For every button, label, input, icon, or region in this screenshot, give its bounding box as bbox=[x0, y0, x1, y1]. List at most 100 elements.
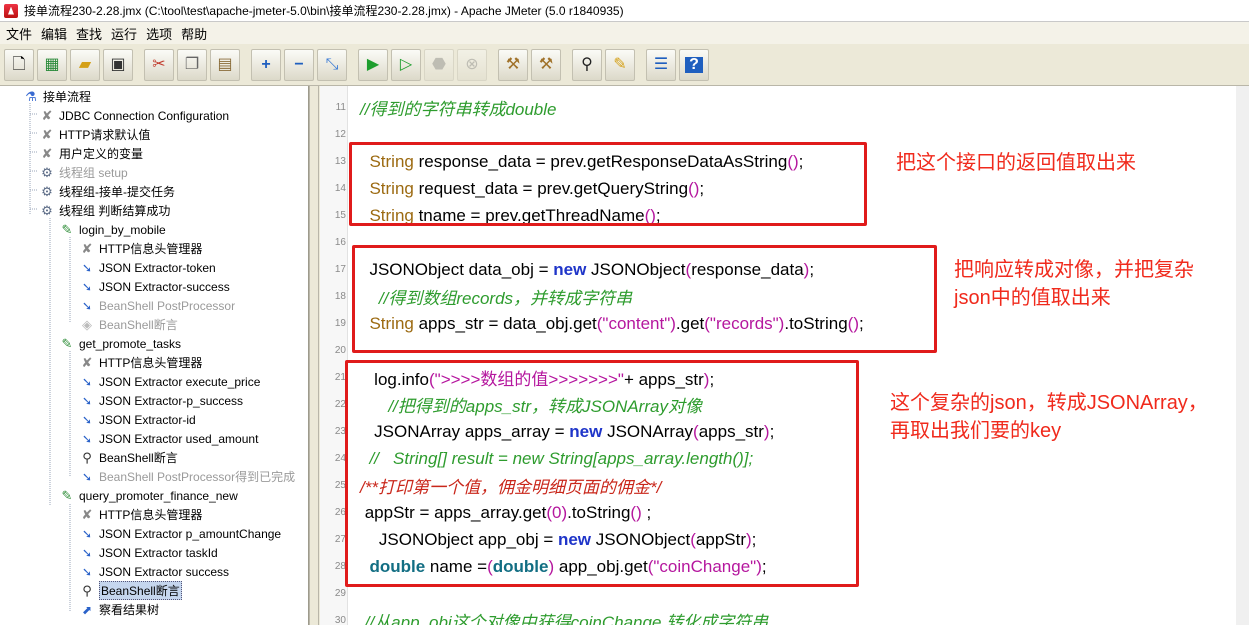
tree-node[interactable]: ✘ HTTP请求默认值 bbox=[38, 125, 151, 144]
tree-node-label: JDBC Connection Configuration bbox=[59, 108, 230, 123]
json-extractor-icon: ➘ bbox=[81, 279, 93, 294]
code-text: //得到数组records，并转成字符串 bbox=[346, 284, 632, 309]
stop-button[interactable]: ⬣ bbox=[424, 48, 454, 81]
search-button[interactable]: ⚲ bbox=[572, 48, 602, 81]
cut-button[interactable]: ✂ bbox=[144, 48, 174, 81]
help-button[interactable]: ? bbox=[679, 48, 709, 81]
wrench-icon: ✘ bbox=[81, 354, 93, 370]
tree-node[interactable]: ➘ JSON Extractor taskId bbox=[78, 543, 218, 562]
code-token: ; bbox=[655, 205, 661, 225]
editor-vertical-scrollbar[interactable] bbox=[1236, 86, 1249, 625]
code-token: .toString bbox=[784, 313, 848, 333]
tree-node[interactable]: ✘ HTTP信息头管理器 bbox=[78, 353, 203, 372]
tree-node[interactable]: ⚙ 线程组-接单-提交任务 bbox=[38, 182, 175, 201]
tree-node[interactable]: ✎ get_promote_tasks bbox=[58, 334, 182, 353]
line-number: 25 bbox=[334, 480, 346, 491]
menu-options[interactable]: 选项 bbox=[144, 24, 179, 43]
json-extractor-icon: ➘ bbox=[81, 469, 93, 484]
toggle-button[interactable]: ⤡ bbox=[317, 48, 347, 81]
start-no-pauses-button[interactable]: ▷ bbox=[391, 48, 421, 81]
code-text: // String[] result = new String[apps_arr… bbox=[346, 449, 753, 469]
start-button[interactable]: ▶ bbox=[358, 48, 388, 81]
code-text: String request_data = prev.getQueryStrin… bbox=[346, 179, 704, 199]
tree-node[interactable]: ➘ JSON Extractor-token bbox=[78, 258, 216, 277]
code-token: String bbox=[360, 151, 414, 171]
menu-search[interactable]: 查找 bbox=[74, 24, 109, 43]
tree-node[interactable]: ⚙ 线程组 setup bbox=[38, 163, 128, 182]
tree-node[interactable]: ✘ 用户定义的变量 bbox=[38, 144, 143, 163]
line-number: 23 bbox=[334, 426, 346, 437]
code-line: 26 appStr = apps_array.get(0).toString()… bbox=[320, 499, 651, 526]
script-editor[interactable]: 11 //得到的字符串转成double 12 13 String response_d… bbox=[320, 86, 1249, 625]
code-token: double bbox=[492, 556, 549, 576]
code-token: response_data = prev.getResponseDataAsSt… bbox=[413, 151, 788, 171]
code-token: ; bbox=[709, 370, 715, 389]
code-token: new bbox=[569, 421, 603, 441]
pane-splitter[interactable] bbox=[309, 86, 319, 625]
clear-button[interactable]: ⚒ bbox=[498, 48, 528, 81]
tree-node-label: 线程组-接单-提交任务 bbox=[59, 185, 175, 199]
code-text: String response_data = prev.getResponseD… bbox=[346, 152, 803, 172]
tree-node[interactable]: ➘ BeanShell PostProcessor bbox=[78, 296, 235, 315]
code-token: + apps_str bbox=[623, 370, 704, 389]
tree-node[interactable]: ⚙ 线程组 判断结算成功 bbox=[38, 201, 170, 220]
menu-edit[interactable]: 编辑 bbox=[39, 24, 74, 43]
line-number: 13 bbox=[334, 156, 346, 167]
line-number: 17 bbox=[334, 264, 346, 275]
tree-node-label: HTTP信息头管理器 bbox=[99, 242, 203, 256]
shutdown-button[interactable]: ⊗ bbox=[457, 48, 487, 81]
open-button[interactable]: ▰ bbox=[70, 48, 100, 81]
copy-button[interactable]: ❐ bbox=[177, 48, 207, 81]
code-token: ; bbox=[641, 502, 652, 522]
save-button[interactable]: ▣ bbox=[103, 48, 133, 81]
tree-node[interactable]: ➘ JSON Extractor used_amount bbox=[78, 429, 258, 448]
tree-node[interactable]: ➘ JSON Extractor p_amountChange bbox=[78, 524, 281, 543]
tree-node[interactable]: ➘ JSON Extractor-p_success bbox=[78, 391, 243, 410]
tree-node[interactable]: ⬈ 察看结果树 bbox=[78, 600, 159, 619]
collapse-all-button[interactable]: − bbox=[284, 48, 314, 81]
line-number: 30 bbox=[334, 615, 346, 625]
reset-search-button[interactable]: ✎ bbox=[605, 48, 635, 81]
tree-node-label: JSON Extractor taskId bbox=[99, 545, 218, 560]
line-number: 20 bbox=[334, 345, 346, 356]
toolbar: 🗋 ▦ ▰ ▣ ✂ ❐ ▤ + − ⤡ ▶ ▷ ⬣ ⊗ ⚒ ⚒ ⚲ ✎ ☰ ? bbox=[0, 44, 1249, 86]
window-titlebar: 接单流程230-2.28.jmx (C:\tool\test\apache-jm… bbox=[0, 0, 1249, 22]
tree-node[interactable]: ✘ HTTP信息头管理器 bbox=[78, 239, 203, 258]
tree-node[interactable]: ✘ HTTP信息头管理器 bbox=[78, 505, 203, 524]
tree-node[interactable]: ✎ login_by_mobile bbox=[58, 220, 166, 239]
sampler-icon: ✎ bbox=[61, 221, 73, 237]
new-file-icon: 🗋 bbox=[12, 55, 26, 73]
tree-node[interactable]: ➘ JSON Extractor execute_price bbox=[78, 372, 260, 391]
tree-node[interactable]: ⚗ 接单流程 bbox=[22, 87, 91, 106]
menu-run[interactable]: 运行 bbox=[109, 24, 144, 43]
json-extractor-icon: ➘ bbox=[81, 545, 93, 560]
function-helper-button[interactable]: ☰ bbox=[646, 48, 676, 81]
templates-button[interactable]: ▦ bbox=[37, 48, 67, 81]
tree-node[interactable]: ➘ JSON Extractor-success bbox=[78, 277, 230, 296]
line-number: 24 bbox=[334, 453, 346, 464]
new-button[interactable]: 🗋 bbox=[4, 48, 34, 81]
code-text: log.info(">>>>数组的值>>>>>>>"+ apps_str); bbox=[346, 365, 714, 390]
code-token: (0) bbox=[546, 502, 568, 522]
menu-help[interactable]: 帮助 bbox=[179, 24, 214, 43]
tree-node[interactable]: ⚲ BeanShell断言 bbox=[78, 448, 177, 467]
tree-node[interactable]: ◈ BeanShell断言 bbox=[78, 315, 178, 334]
code-token: log.info bbox=[360, 370, 429, 389]
tree-node[interactable]: ✎ query_promoter_finance_new bbox=[58, 486, 238, 505]
code-text: double name =(double) app_obj.get("coinC… bbox=[346, 556, 766, 577]
tree-node[interactable]: ➘ JSON Extractor-id bbox=[78, 410, 196, 429]
tree-node[interactable]: ➘ BeanShell PostProcessor得到已完成 bbox=[78, 467, 295, 486]
tree-node-label: BeanShell PostProcessor bbox=[99, 298, 236, 313]
tree-node[interactable]: ✘ JDBC Connection Configuration bbox=[38, 106, 230, 125]
tree-node[interactable]: ⚲ BeanShell断言 bbox=[78, 581, 182, 600]
code-token: JSONArray bbox=[602, 421, 694, 441]
tree-node[interactable]: ➘ JSON Extractor success bbox=[78, 562, 229, 581]
code-token: String bbox=[360, 178, 414, 198]
expand-all-button[interactable]: + bbox=[251, 48, 281, 81]
code-token: apps_str bbox=[698, 421, 764, 441]
clear-all-button[interactable]: ⚒ bbox=[531, 48, 561, 81]
code-token: /**打印第一个值，佣金明细页面的佣金*/ bbox=[360, 478, 662, 497]
menu-file[interactable]: 文件 bbox=[4, 24, 39, 43]
paste-button[interactable]: ▤ bbox=[210, 48, 240, 81]
test-plan-tree[interactable]: ⚗ 接单流程 ✘ JDBC Connection Configuration ✘ HTTP… bbox=[0, 86, 309, 625]
